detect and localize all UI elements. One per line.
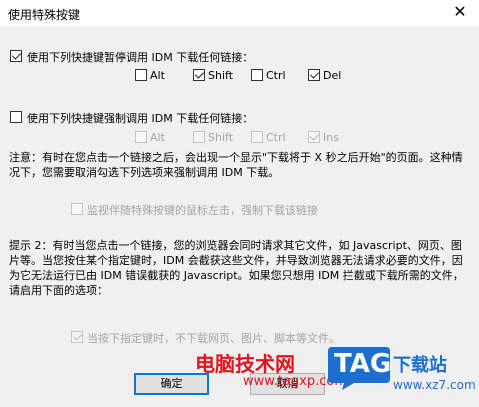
pause-ctrl-label: Ctrl — [266, 69, 286, 82]
force-shift-label: Shift — [208, 131, 234, 144]
force-alt-label: Alt — [150, 131, 165, 144]
pause-hotkey-checkbox[interactable] — [10, 50, 22, 62]
skip-pages-label: 当按下指定键时，不下载网页、图片、脚本等文件。 — [87, 332, 340, 345]
pause-alt-checkbox[interactable] — [135, 69, 147, 81]
watermark-tag-logo: TAG — [326, 345, 392, 391]
monitor-left-click-checkbox[interactable] — [71, 203, 83, 215]
close-icon[interactable]: ✕ — [451, 2, 469, 22]
force-ins-checkbox[interactable] — [308, 131, 320, 143]
pause-hotkey-label: 使用下列快捷键暂停调用 IDM 下载任何链接： — [27, 51, 254, 64]
pause-del-label: Del — [323, 69, 342, 82]
force-alt-checkbox[interactable] — [135, 131, 147, 143]
watermark-brand: 下载站 — [393, 355, 447, 376]
pause-alt-label: Alt — [150, 69, 165, 82]
force-ctrl-label: Ctrl — [266, 131, 286, 144]
skip-pages-checkbox[interactable] — [71, 331, 83, 343]
force-hotkey-label: 使用下列快捷键强制调用 IDM 下载任何链接： — [27, 112, 254, 125]
monitor-left-click-label: 监视伴随特殊按键的鼠标左击，强制下载该链接 — [87, 204, 318, 217]
pause-shift-checkbox[interactable] — [193, 69, 205, 81]
pause-ctrl-checkbox[interactable] — [251, 69, 263, 81]
watermark-tag-text: TAG — [334, 349, 392, 379]
window-title: 使用特殊按键 — [8, 8, 81, 22]
force-ctrl-checkbox[interactable] — [251, 131, 263, 143]
watermark-domain: www.xz7.com — [393, 378, 476, 392]
note-download-countdown: 注意：有时在您点击一个链接之后，会出现一个显示"下载将于 X 秒之后开始"的页面… — [9, 151, 463, 179]
force-shift-checkbox[interactable] — [193, 131, 205, 143]
pause-del-checkbox[interactable] — [308, 69, 320, 81]
pause-shift-label: Shift — [208, 69, 234, 82]
note-tip-2: 提示 2：有时当您点击一个链接，您的浏览器会同时请求其它文件，如 Javascr… — [9, 239, 464, 297]
force-hotkey-checkbox[interactable] — [10, 111, 22, 123]
watermark-site-name: 电脑技术网 — [195, 352, 295, 376]
force-ins-label: Ins — [323, 131, 339, 144]
title-bar: 使用特殊按键 ✕ — [0, 0, 479, 26]
